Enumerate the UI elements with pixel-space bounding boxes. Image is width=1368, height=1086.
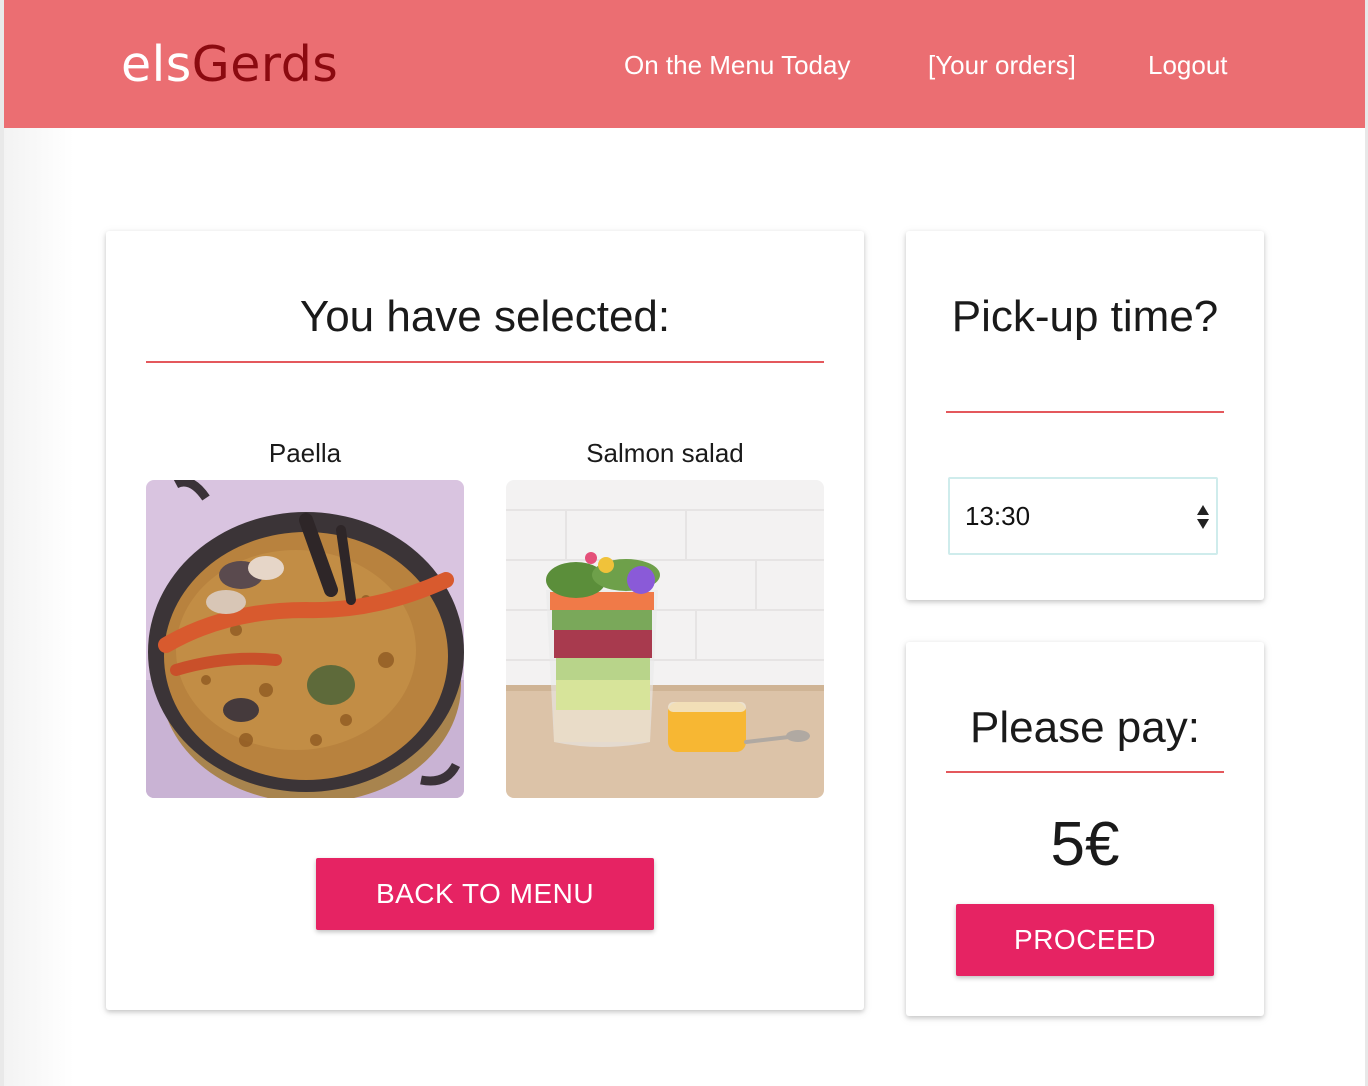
- pickup-time-divider: [946, 411, 1224, 413]
- pickup-time-value: 13:30: [965, 501, 1031, 531]
- salmon-salad-image: [506, 480, 824, 798]
- proceed-button[interactable]: PROCEED: [956, 904, 1214, 976]
- nav-logout-link[interactable]: Logout: [1148, 45, 1228, 85]
- pickup-time-title: Pick-up time?: [951, 292, 1219, 341]
- brand-logo-part2: Gerds: [191, 36, 339, 93]
- payment-amount: 5€: [1050, 810, 1120, 879]
- select-arrows-icon: [1197, 505, 1209, 529]
- selection-title: You have selected:: [299, 292, 671, 341]
- selection-card: You have selected: Paella Salmon salad B…: [106, 231, 864, 1010]
- selected-item-name: Salmon salad: [586, 438, 744, 468]
- payment-title: Please pay:: [970, 703, 1200, 752]
- selected-item-name: Paella: [268, 438, 342, 468]
- payment-card: Please pay: 5€ PROCEED: [906, 642, 1264, 1016]
- pickup-time-select[interactable]: 13:30: [948, 477, 1218, 555]
- top-navbar: elsGerds On the Menu Today [Your orders]…: [4, 0, 1365, 128]
- pickup-time-card: Pick-up time? 13:30: [906, 231, 1264, 600]
- brand-logo[interactable]: elsGerds: [121, 34, 338, 96]
- paella-image: [146, 480, 464, 798]
- brand-logo-part1: els: [121, 36, 192, 93]
- back-to-menu-button[interactable]: BACK TO MENU: [316, 858, 654, 930]
- selection-divider: [146, 361, 824, 363]
- left-shadow: [4, 128, 74, 1086]
- payment-divider: [946, 771, 1224, 773]
- nav-your-orders-link[interactable]: [Your orders]: [928, 45, 1076, 85]
- nav-menu-today-link[interactable]: On the Menu Today: [624, 45, 850, 85]
